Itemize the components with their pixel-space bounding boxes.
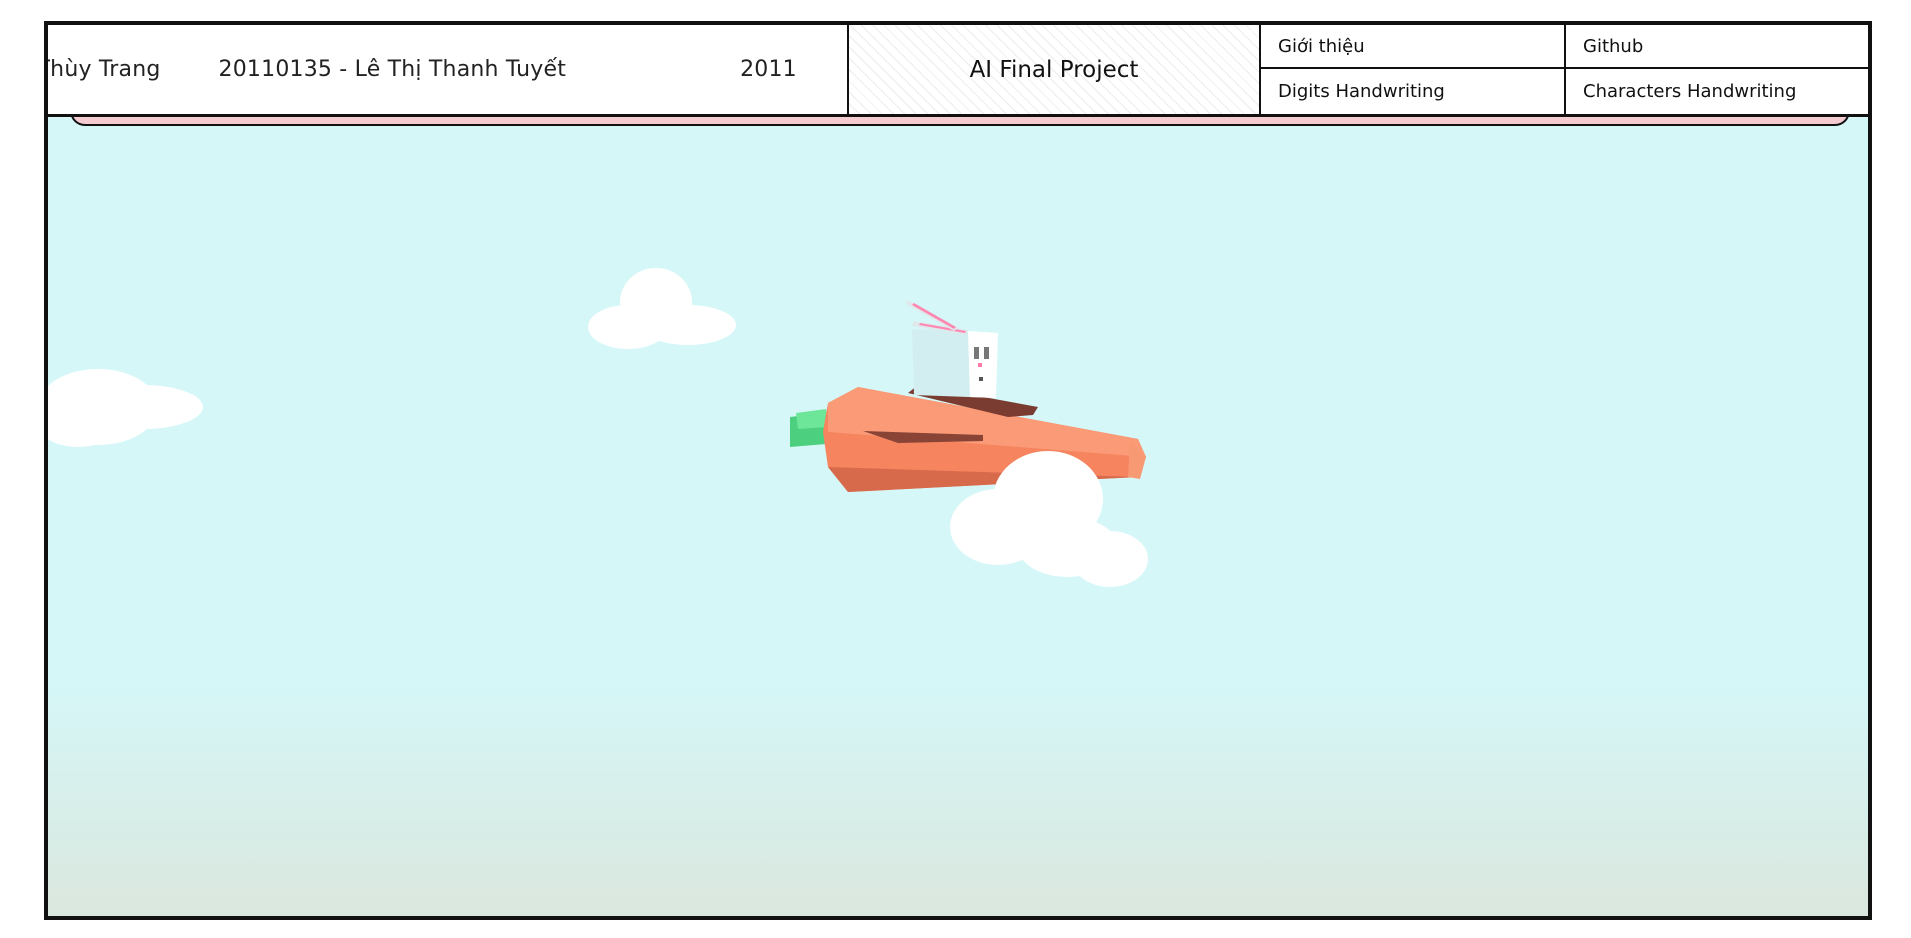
scene-illustration [48,268,1148,587]
app-frame: Nguyễn Thị Thùy Trang 20110135 - Lê Thị … [44,21,1872,920]
project-title: AI Final Project [849,25,1261,114]
member-name: 20110135 - Lê Thị Thanh Tuyết [218,57,567,82]
bunny-character [906,300,998,398]
nav-link-characters-handwriting[interactable]: Characters Handwriting [1566,69,1868,114]
nav-link-intro[interactable]: Giới thiệu [1261,25,1566,69]
carrot-leaves [790,409,828,447]
cloud [48,369,203,447]
members-marquee: Nguyễn Thị Thùy Trang 20110135 - Lê Thị … [48,25,849,114]
member-name: 2011 [740,57,797,82]
top-header: Nguyễn Thị Thùy Trang 20110135 - Lê Thị … [48,25,1868,117]
cloud [588,268,736,349]
member-name: Nguyễn Thị Thùy Trang [48,57,161,82]
nav-menu: Giới thiệu Github Digits Handwriting Cha… [1261,25,1868,114]
marquee-track: Nguyễn Thị Thùy Trang 20110135 - Lê Thị … [48,25,847,114]
nav-link-github[interactable]: Github [1566,25,1868,69]
carrot-ship [823,385,1146,492]
nav-link-digits-handwriting[interactable]: Digits Handwriting [1261,69,1566,114]
3d-scene-canvas[interactable] [48,117,1868,916]
